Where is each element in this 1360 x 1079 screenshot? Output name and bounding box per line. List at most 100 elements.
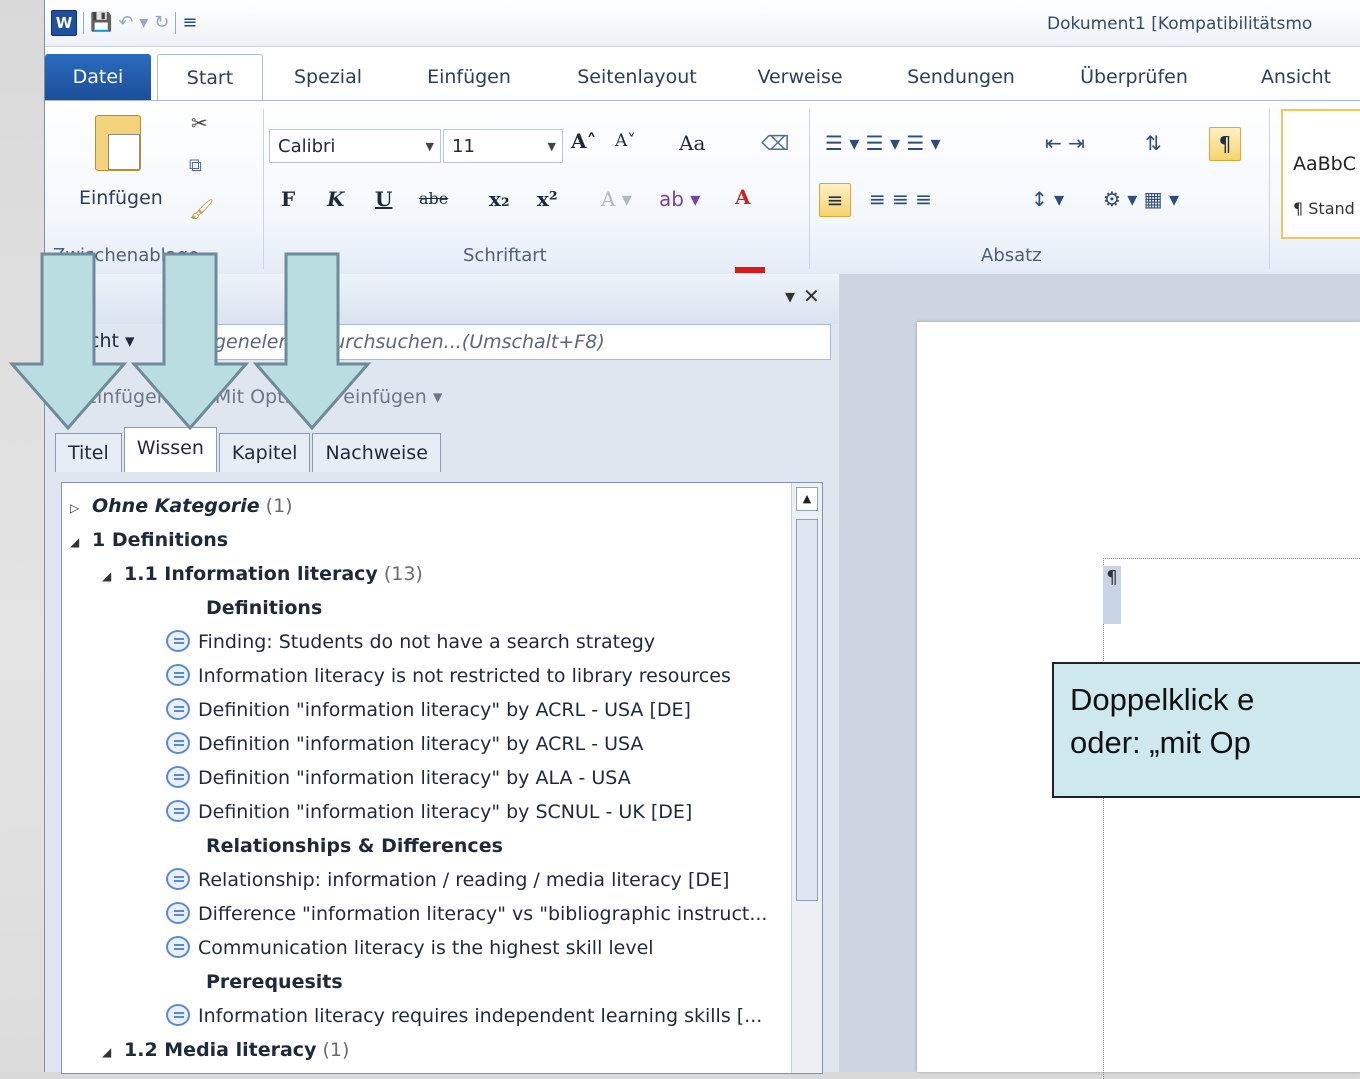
word-window: W 💾 ↶ ▾ ↻ ≡ Dokument1 [Kompatibilitätsmo…: [44, 0, 1360, 1079]
item-count: (1): [265, 495, 293, 517]
tree-label: Definition "information literacy" by ALA…: [198, 767, 631, 789]
font-name-combo[interactable]: Calibri ▼: [269, 129, 441, 163]
font-group-label: Schriftart: [463, 245, 547, 266]
show-formatting-button[interactable]: ¶: [1209, 127, 1241, 161]
tree-label: 1 Definitions: [92, 529, 229, 551]
tree-label: 1.2 Media literacy: [124, 1039, 317, 1061]
font-name-value: Calibri: [278, 136, 336, 157]
paste-paper-icon: [108, 134, 140, 170]
expand-icon[interactable]: ▷: [70, 491, 92, 525]
tree-label: Definitions: [206, 597, 323, 619]
highlight-color-icon[interactable]: ab ▾: [659, 187, 700, 211]
tab-spezial[interactable]: Spezial: [273, 54, 383, 100]
tab-kapitel[interactable]: Kapitel: [218, 433, 311, 472]
undo-icon[interactable]: ↶ ▾: [118, 12, 148, 34]
tab-wissen[interactable]: Wissen: [123, 427, 217, 472]
knowledge-item[interactable]: Information literacy requires independen…: [166, 999, 762, 1033]
tab-verweise[interactable]: Verweise: [741, 54, 859, 100]
cut-icon[interactable]: ✂: [191, 111, 208, 135]
paste-icon[interactable]: [95, 115, 141, 171]
strikethrough-button[interactable]: abe: [419, 189, 448, 208]
knowledge-item[interactable]: Relationship: information / reading / me…: [166, 863, 729, 897]
callout-line-2: oder: „mit Op: [1070, 725, 1251, 760]
scroll-up-icon[interactable]: ▲: [796, 487, 818, 511]
quick-style-standard[interactable]: AaBbC ¶ Stand: [1281, 109, 1360, 239]
group-heading[interactable]: Prerequesits: [206, 965, 343, 999]
tab-datei[interactable]: Datei: [45, 54, 151, 100]
knowledge-item[interactable]: Definition "information literacy" by SCN…: [166, 795, 692, 829]
item-count: (1): [322, 1039, 350, 1061]
bullets-icon[interactable]: ☰ ▾ ☰ ▾ ☰ ▾: [825, 131, 941, 155]
pilcrow-mark: ¶: [1103, 566, 1121, 624]
style-name: ¶ Stand: [1293, 199, 1355, 218]
category-node[interactable]: ▷ Ohne Kategorie (1): [70, 489, 293, 523]
group-heading[interactable]: Definitions: [206, 591, 322, 625]
underline-button[interactable]: U: [375, 187, 392, 211]
font-size-value: 11: [452, 136, 475, 157]
customize-icon[interactable]: ≡: [182, 12, 197, 34]
tree-label: Definition "information literacy" by SCN…: [198, 801, 693, 823]
note-icon: [166, 799, 190, 822]
tab-sendungen[interactable]: Sendungen: [889, 54, 1033, 100]
note-icon: [166, 731, 190, 754]
line-spacing-icon[interactable]: ↕ ▾: [1031, 187, 1064, 211]
tab-start[interactable]: Start: [157, 54, 263, 102]
knowledge-item[interactable]: Information literacy is not restricted t…: [166, 659, 731, 693]
tab-seitenlayout[interactable]: Seitenlayout: [557, 54, 717, 100]
style-preview: AaBbC: [1293, 153, 1357, 175]
save-icon[interactable]: 💾: [90, 12, 112, 34]
sort-icon[interactable]: ⇅: [1145, 131, 1162, 155]
italic-button[interactable]: K: [327, 187, 344, 211]
close-icon[interactable]: ▾✕: [785, 284, 828, 308]
knowledge-item[interactable]: Definition "information literacy" by ALA…: [166, 761, 631, 795]
tree-label: Prerequesits: [206, 971, 343, 993]
knowledge-item[interactable]: Definition "information literacy" by ACR…: [166, 693, 691, 727]
bold-button[interactable]: F: [281, 187, 295, 211]
knowledge-item[interactable]: Communication literacy is the highest sk…: [166, 931, 654, 965]
tab-titel[interactable]: Titel: [55, 433, 122, 472]
note-icon: [166, 867, 190, 890]
format-painter-icon[interactable]: 🖌: [189, 197, 214, 221]
grow-font-button[interactable]: A˄: [571, 129, 597, 153]
category-node[interactable]: ◢ 1.2 Media literacy (1): [102, 1033, 349, 1067]
text-effects-icon[interactable]: A ▾: [601, 187, 632, 211]
collapse-icon[interactable]: ◢: [102, 559, 124, 593]
group-divider: [1269, 109, 1270, 269]
change-case-button[interactable]: Aa: [679, 131, 705, 155]
tree-label: Relationship: information / reading / me…: [198, 869, 730, 891]
tab-ueberpruefen[interactable]: Überprüfen: [1063, 54, 1205, 100]
tab-einfuegen[interactable]: Einfügen: [405, 54, 533, 100]
paste-button[interactable]: Einfügen: [79, 187, 163, 209]
scrollbar[interactable]: ▲: [791, 483, 822, 1073]
tree-label: Information literacy requires independen…: [198, 1005, 763, 1027]
redo-icon[interactable]: ↻: [154, 12, 169, 34]
category-node[interactable]: ◢ 1 Definitions: [70, 523, 228, 557]
collapse-icon[interactable]: ◢: [70, 525, 92, 559]
knowledge-item[interactable]: Finding: Students do not have a search s…: [166, 625, 655, 659]
shrink-font-button[interactable]: A˅: [615, 131, 636, 151]
superscript-button[interactable]: x²: [537, 187, 558, 211]
knowledge-item[interactable]: Definition "information literacy" by ACR…: [166, 727, 643, 761]
word-logo-icon[interactable]: W: [51, 10, 77, 36]
collapse-icon[interactable]: ◢: [102, 1035, 124, 1069]
tree-label: Ohne Kategorie: [92, 495, 260, 517]
copy-icon[interactable]: ⧉: [189, 155, 202, 176]
category-node[interactable]: ◢ 1.1 Information literacy (13): [102, 557, 423, 591]
tree-label: Finding: Students do not have a search s…: [198, 631, 656, 653]
align-left-button[interactable]: ≡: [819, 183, 851, 217]
font-color-icon[interactable]: A: [735, 185, 751, 209]
clear-format-icon[interactable]: ⌫: [761, 131, 789, 155]
font-size-combo[interactable]: 11 ▼: [443, 129, 563, 163]
align-buttons-icon[interactable]: ≡ ≡ ≡: [869, 187, 932, 211]
tab-nachweise[interactable]: Nachweise: [312, 433, 441, 472]
scroll-thumb[interactable]: [796, 519, 818, 901]
annotation-arrow: [130, 252, 250, 430]
shading-icon[interactable]: ⚙ ▾ ▦ ▾: [1103, 187, 1179, 211]
tab-ansicht[interactable]: Ansicht: [1241, 54, 1351, 100]
tree-label: Definition "information literacy" by ACR…: [198, 699, 691, 721]
subscript-button[interactable]: x₂: [489, 187, 510, 211]
knowledge-item[interactable]: Difference "information literacy" vs "bi…: [166, 897, 767, 931]
indent-icon[interactable]: ⇤ ⇥: [1045, 131, 1085, 155]
group-heading[interactable]: Relationships & Differences: [206, 829, 503, 863]
nav-pane-tabs: Titel Wissen Kapitel Nachweise: [55, 427, 443, 472]
